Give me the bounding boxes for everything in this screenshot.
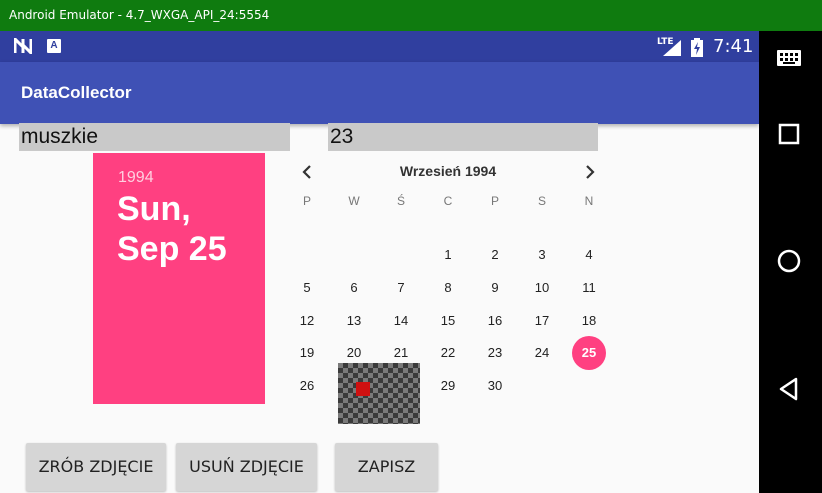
chevron-right-icon[interactable] (582, 164, 598, 180)
signal-icon (663, 40, 681, 56)
calendar-day[interactable]: 16 (478, 304, 512, 338)
back-triangle-icon[interactable] (772, 372, 806, 406)
status-time: 7:41 (713, 36, 754, 57)
calendar-day[interactable]: 8 (431, 271, 465, 305)
calendar-weekday: C (443, 194, 453, 208)
app-title: DataCollector (21, 83, 132, 102)
calendar-day[interactable]: 18 (572, 304, 606, 338)
calendar-grid: Wrzesień 1994 P W Ś C P S N 1 2 3 4 5 6 7 8 9 10 11 12 13 14… (283, 153, 613, 393)
calendar-weekday: P (302, 194, 311, 208)
calendar-day[interactable]: 29 (431, 369, 465, 403)
calendar-day[interactable]: 11 (572, 271, 606, 305)
take-photo-button[interactable]: ZRÓB ZDJĘCIE (26, 443, 166, 491)
calendar-day[interactable]: 14 (384, 304, 418, 338)
calendar-weekday: S (537, 194, 546, 208)
calendar-day[interactable]: 17 (525, 304, 559, 338)
save-button[interactable]: ZAPISZ (335, 443, 438, 491)
calendar-day[interactable]: 7 (384, 271, 418, 305)
calendar-weekday: P (490, 194, 499, 208)
nougat-n-icon (14, 38, 32, 54)
calendar-day[interactable]: 12 (290, 304, 324, 338)
calendar-day[interactable]: 4 (572, 238, 606, 272)
selected-date[interactable]: Sun, Sep 25 (117, 189, 227, 269)
window-title: Android Emulator - 4.7_WXGA_API_24:5554 (9, 8, 270, 22)
notification-app-letter: A (50, 40, 58, 51)
calendar-day[interactable]: 6 (337, 271, 371, 305)
calendar-weekday: W (348, 194, 360, 208)
emulator-nav-bar (759, 31, 822, 493)
selected-year[interactable]: 1994 (118, 169, 154, 187)
calendar-day[interactable]: 26 (290, 369, 324, 403)
window-title-bar: Android Emulator - 4.7_WXGA_API_24:5554 (0, 0, 822, 31)
calendar-day[interactable]: 23 (478, 336, 512, 370)
recents-square-icon[interactable] (772, 117, 806, 151)
calendar-weekday: Ś (396, 194, 405, 208)
calendar-day[interactable]: 30 (478, 369, 512, 403)
keyboard-icon[interactable] (772, 41, 806, 75)
notification-app-icon: A (47, 39, 61, 53)
calendar-day[interactable]: 13 (337, 304, 371, 338)
status-bar: A LTE 7:41 (0, 31, 759, 62)
calendar-day[interactable]: 9 (478, 271, 512, 305)
selected-date-weekday: Sun, (117, 190, 191, 228)
app-bar: DataCollector (0, 62, 759, 124)
calendar-day-selected[interactable]: 25 (572, 336, 606, 370)
battery-charging-icon (691, 38, 703, 57)
calendar-day[interactable]: 24 (525, 336, 559, 370)
calendar-day[interactable]: 10 (525, 271, 559, 305)
device-screen: A LTE 7:41 DataCollector muszkie 23 1994… (0, 31, 759, 493)
photo-marker (356, 382, 370, 396)
calendar-day[interactable]: 3 (525, 238, 559, 272)
selected-date-day: Sep 25 (117, 230, 227, 268)
date-picker-header: 1994 Sun, Sep 25 (93, 153, 265, 404)
delete-photo-button[interactable]: USUŃ ZDJĘCIE (176, 443, 317, 491)
home-circle-icon[interactable] (772, 244, 806, 278)
calendar-day[interactable]: 2 (478, 238, 512, 272)
calendar-day[interactable]: 15 (431, 304, 465, 338)
calendar-day[interactable]: 5 (290, 271, 324, 305)
calendar-day[interactable]: 19 (290, 336, 324, 370)
calendar-day[interactable]: 1 (431, 238, 465, 272)
calendar-weekday: N (584, 194, 594, 208)
photo-thumbnail[interactable] (338, 363, 420, 424)
calendar-day[interactable]: 22 (431, 336, 465, 370)
name-input[interactable]: muszkie (19, 123, 290, 151)
calendar-month-label: Wrzesień 1994 (399, 163, 497, 179)
age-input[interactable]: 23 (328, 123, 598, 151)
